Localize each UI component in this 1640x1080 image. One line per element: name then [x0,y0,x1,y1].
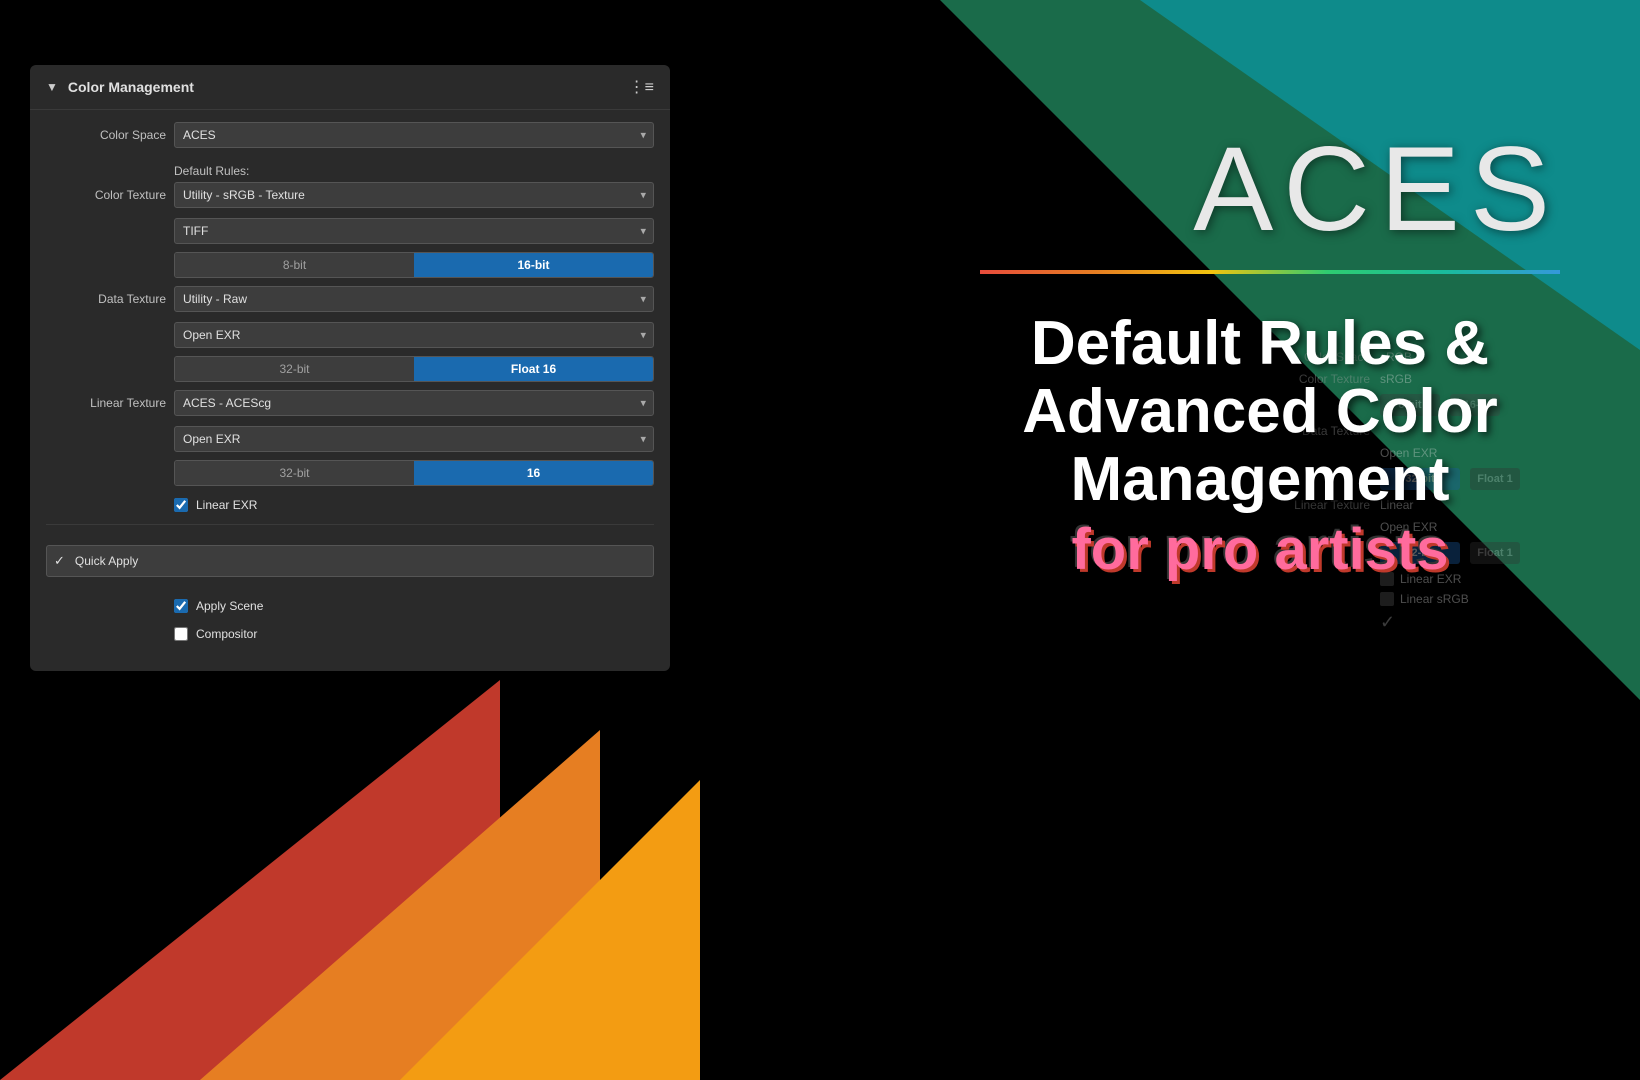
collapse-arrow-icon[interactable]: ▼ [46,80,58,94]
menu-icon[interactable]: ⋮≡ [629,77,654,97]
divider-1 [46,524,654,525]
data-texture-control: Utility - Raw [174,286,654,312]
quick-apply-row: ✓ Quick Apply [30,545,670,577]
headline-line1: Default Rules & [910,310,1610,378]
linear-texture-format-wrapper: Open EXR [174,426,654,452]
aces-gradient-line [980,270,1560,274]
bottom-checkboxes: Apply Scene Compositor [30,587,670,645]
linear-texture-32bit-button[interactable]: 32-bit [175,461,414,485]
linear-texture-bit-row: 32-bit 16 [46,460,654,486]
panel-title: Color Management [68,79,194,95]
color-management-panel: ▼ Color Management ⋮≡ Color Space ACES D… [30,65,670,671]
data-texture-select-wrapper: Utility - Raw [174,286,654,312]
apply-scene-checkbox[interactable] [174,599,188,613]
bg-triangle-yellow [400,780,700,1080]
data-texture-row: Data Texture Utility - Raw [46,286,654,312]
panel-body: Color Space ACES Default Rules: Color Te… [30,110,670,545]
color-texture-label: Color Texture [46,188,166,202]
color-texture-format-select[interactable]: TIFF [174,218,654,244]
data-texture-label: Data Texture [46,292,166,306]
ghost-linear-srgb-label: Linear sRGB [1400,592,1469,606]
compositor-row: Compositor [174,623,654,645]
headline-block: Default Rules & Advanced Color Managemen… [910,310,1610,584]
linear-exr-checkbox[interactable] [174,498,188,512]
headline-line3: for pro artists [910,515,1610,585]
apply-scene-wrap: Apply Scene [46,595,654,617]
linear-texture-format-row: Open EXR [46,426,654,452]
color-texture-bit-toggle: 8-bit 16-bit [174,252,654,278]
color-space-control: ACES [174,122,654,148]
color-texture-select[interactable]: Utility - sRGB - Texture [174,182,654,208]
linear-texture-row: Linear Texture ACES - ACEScg [46,390,654,416]
ghost-linear-srgb-checkbox [1380,592,1394,606]
color-texture-row: Color Texture Utility - sRGB - Texture [46,182,654,208]
linear-exr-wrap: Linear EXR [46,494,654,516]
linear-texture-16bit-button[interactable]: 16 [414,461,653,485]
color-texture-control: Utility - sRGB - Texture [174,182,654,208]
color-space-row: Color Space ACES [46,122,654,148]
apply-scene-row: Apply Scene [174,595,654,617]
data-texture-format-row: Open EXR [46,322,654,348]
color-texture-format-wrapper: TIFF [174,218,654,244]
data-texture-format-wrapper: Open EXR [174,322,654,348]
linear-texture-label: Linear Texture [46,396,166,410]
linear-exr-row: Linear EXR [174,494,654,516]
color-space-select[interactable]: ACES [174,122,654,148]
color-texture-16bit-button[interactable]: 16-bit [414,253,653,277]
linear-exr-label: Linear EXR [196,498,257,512]
linear-texture-format-select[interactable]: Open EXR [174,426,654,452]
color-space-select-wrapper: ACES [174,122,654,148]
color-texture-format-row: TIFF [46,218,654,244]
panel-header-left: ▼ Color Management [46,79,194,95]
panel-header: ▼ Color Management ⋮≡ [30,65,670,110]
data-texture-float16-button[interactable]: Float 16 [414,357,653,381]
linear-texture-select-wrapper: ACES - ACEScg [174,390,654,416]
headline-line2: Advanced Color Management [910,378,1610,514]
color-texture-8bit-button[interactable]: 8-bit [175,253,414,277]
data-texture-select[interactable]: Utility - Raw [174,286,654,312]
data-texture-bit-toggle: 32-bit Float 16 [174,356,654,382]
quick-apply-button[interactable]: ✓ Quick Apply [46,545,654,577]
color-texture-bit-row: 8-bit 16-bit [46,252,654,278]
compositor-wrap: Compositor [46,623,654,645]
aces-title: ACES [1193,120,1560,258]
linear-texture-bit-toggle: 32-bit 16 [174,460,654,486]
data-texture-32bit-button[interactable]: 32-bit [175,357,414,381]
data-texture-format-select[interactable]: Open EXR [174,322,654,348]
color-texture-select-wrapper: Utility - sRGB - Texture [174,182,654,208]
compositor-label: Compositor [196,627,257,641]
data-texture-bit-row: 32-bit Float 16 [46,356,654,382]
compositor-checkbox[interactable] [174,627,188,641]
quick-apply-label: Quick Apply [75,554,138,568]
color-space-label: Color Space [46,128,166,142]
apply-scene-label: Apply Scene [196,599,263,613]
linear-texture-select[interactable]: ACES - ACEScg [174,390,654,416]
default-rules-label: Default Rules: [46,158,654,182]
quick-apply-check-icon: ✓ [54,553,65,569]
linear-texture-control: ACES - ACEScg [174,390,654,416]
